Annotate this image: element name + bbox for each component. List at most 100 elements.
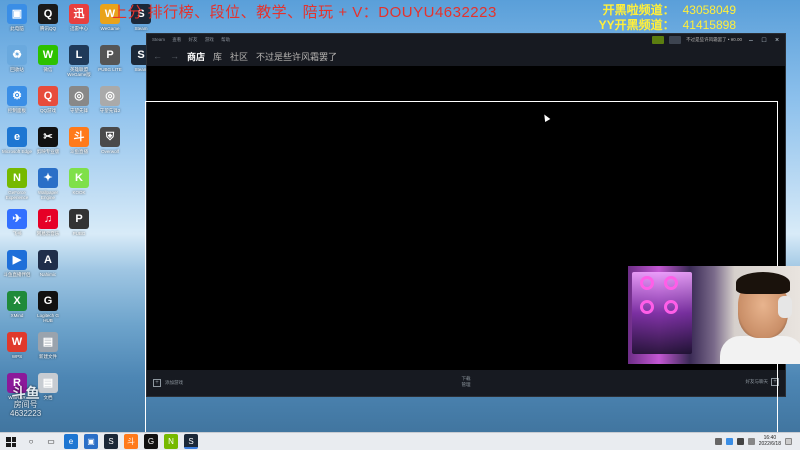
minimize-icon[interactable]: – <box>747 37 755 44</box>
big-picture-button[interactable] <box>652 36 665 44</box>
nvidia-icon: N <box>7 168 27 188</box>
capcut-icon: ✂ <box>38 127 58 147</box>
desktop-icon[interactable]: 斗斗鱼直播 <box>63 127 95 154</box>
desktop-icon[interactable]: Q 腾讯QQ <box>32 4 64 31</box>
room-number: 4632223 <box>10 409 42 418</box>
desktop-icon[interactable]: K KOOK <box>63 168 95 195</box>
start-button[interactable] <box>6 437 16 447</box>
desktop-icon[interactable]: ⚙ 控制面板 <box>1 86 33 113</box>
tab-store[interactable]: 商店 <box>187 50 205 63</box>
steam-titlebar[interactable]: Steam 查看 好友 游戏 帮助 不过是些许风霜罢了 • ¥0.00 – □ … <box>147 34 785 46</box>
close-icon[interactable]: × <box>773 37 781 44</box>
desktop-icon-grid: ▣ 此电脑 Q 腾讯QQ 迅迅雷中心 W WeGame S Steam ♻ 回收站 W 微信 L 英雄联盟W… <box>0 0 160 432</box>
kaiheila-channel-label: 开黑啦频道： <box>602 3 675 17</box>
desktop-icon[interactable]: ◎ 守望先锋2 <box>94 86 126 113</box>
desktop-icon[interactable]: ◎ 守望先锋 <box>63 86 95 113</box>
tray-volume-icon[interactable] <box>736 437 744 445</box>
desktop-icon[interactable]: ▶ 斗鱼直播伴侣 <box>1 250 33 277</box>
desktop-icon[interactable]: P PUBG LITE <box>94 45 126 72</box>
pubg2-icon: P <box>69 209 89 229</box>
task-view-icon[interactable]: ▭ <box>44 434 58 449</box>
taskbar-douyu-icon[interactable]: 斗 <box>124 434 138 449</box>
wallpaper-engine-icon: ✦ <box>38 168 58 188</box>
friends-chat-button[interactable]: 好友与聊天 + <box>746 378 779 386</box>
notification-center-icon[interactable] <box>785 437 792 445</box>
desktop-icon[interactable]: ⛨ Overwolf <box>94 127 126 154</box>
tab-community[interactable]: 社区 <box>230 50 248 63</box>
desktop-icon-label: Overwolf <box>101 149 119 154</box>
taskbar-steam-icon[interactable]: S <box>104 434 118 449</box>
desktop-icon[interactable]: ▤ 新建文件 <box>32 332 64 359</box>
tray-language-icon[interactable] <box>747 437 755 445</box>
steam-bottom-bar: + 添加游戏 下载 管理 好友与聊天 + <box>147 370 785 396</box>
desktop-icon[interactable]: N GeForce Experience <box>1 168 33 200</box>
thunder-icon: 迅 <box>69 4 89 24</box>
edge-icon: e <box>7 127 27 147</box>
taskbar-steam-active-icon[interactable]: S <box>184 434 198 449</box>
search-icon[interactable]: ○ <box>24 434 38 449</box>
taskbar-ghub-icon[interactable]: G <box>144 434 158 449</box>
taskbar-clock[interactable]: 16:40 2022/6/18 <box>759 435 781 447</box>
desktop-icon[interactable]: ♫ 网易云音乐 <box>32 209 64 236</box>
add-game-label: 添加游戏 <box>165 380 183 385</box>
desktop-icon[interactable]: A Nahimic <box>32 250 64 277</box>
notifications-button[interactable] <box>669 36 682 44</box>
account-menu[interactable]: 不过是些许风霜罢了 • ¥0.00 <box>686 37 742 43</box>
menu-steam[interactable]: Steam <box>152 37 165 42</box>
desktop-icon-label: Microsoft Edge <box>1 149 32 154</box>
desktop-icon[interactable]: ♻ 回收站 <box>1 45 33 72</box>
steam-menu-bar: Steam 查看 好友 游戏 帮助 <box>152 37 236 43</box>
back-arrow-icon[interactable]: ← <box>153 51 162 61</box>
tab-profile[interactable]: 不过是些许风霜罢了 <box>256 50 337 63</box>
overwatch-icon: ◎ <box>69 86 89 106</box>
desktop-icon[interactable]: P PUBG <box>63 209 95 236</box>
tray-arrow-icon[interactable] <box>714 437 722 445</box>
desktop-icon-label: 控制面板 <box>8 108 26 113</box>
taskbar-nvidia-icon[interactable]: N <box>164 434 178 449</box>
menu-view[interactable]: 查看 <box>172 37 181 42</box>
desktop-icon-label: GeForce Experience <box>5 190 29 200</box>
add-game-button[interactable]: + 添加游戏 <box>153 379 183 387</box>
desktop-icon[interactable]: W WPS <box>1 332 33 359</box>
desktop-icon-label: Wallpaper Engine <box>37 190 59 200</box>
taskbar-explorer-icon[interactable]: ▣ <box>84 434 98 449</box>
desktop-icon[interactable]: G Logitech G HUB <box>32 291 64 323</box>
chat-plus-icon: + <box>771 378 779 386</box>
desktop-icon[interactable]: ✦ Wallpaper Engine <box>32 168 64 200</box>
desktop-icon-label: WeGame <box>100 26 120 31</box>
nahimic-icon: A <box>38 250 58 270</box>
desktop-icon[interactable]: ✈ 飞书 <box>1 209 33 236</box>
desktop-icon-label: XMind <box>10 313 24 318</box>
desktop-icon[interactable]: ▣ 此电脑 <box>1 4 33 31</box>
taskbar-edge-icon[interactable]: e <box>64 434 78 449</box>
qqgame-icon: Q <box>38 86 58 106</box>
computer-icon: ▣ <box>7 4 27 24</box>
desktop-icon[interactable]: W 微信 <box>32 45 64 72</box>
menu-games[interactable]: 游戏 <box>205 37 214 42</box>
menu-help[interactable]: 帮助 <box>221 37 230 42</box>
qq-icon: Q <box>38 4 58 24</box>
forward-arrow-icon[interactable]: → <box>170 51 179 61</box>
desktop-icon[interactable]: e Microsoft Edge <box>1 127 33 154</box>
webcam-overlay <box>628 266 800 364</box>
tab-library[interactable]: 库 <box>213 50 222 63</box>
recycle-bin-icon: ♻ <box>7 45 27 65</box>
stream-ad-text: 上分 排行榜、段位、教学、陪玩 + V：DOUYU4632223 <box>112 4 497 21</box>
menu-friends[interactable]: 好友 <box>189 37 198 42</box>
desktop-icon[interactable]: L 英雄联盟WeGame版 <box>63 45 95 77</box>
maximize-icon[interactable]: □ <box>760 37 768 44</box>
desktop-icon-label: 斗鱼直播伴侣 <box>3 272 31 277</box>
rgb-fan-icon <box>640 300 654 314</box>
desktop-icon-label: Logitech G HUB <box>37 313 59 323</box>
steam-titlebar-controls: 不过是些许风霜罢了 • ¥0.00 – □ × <box>652 36 781 44</box>
desktop-icon[interactable]: 迅迅雷中心 <box>63 4 95 31</box>
douyu-icon: 斗 <box>69 127 89 147</box>
desktop-icon[interactable]: X XMind <box>1 291 33 318</box>
desktop-icon-label: Steam <box>134 26 148 31</box>
tray-network-icon[interactable] <box>725 437 733 445</box>
desktop-icon[interactable]: Q QQ游戏 <box>32 86 64 113</box>
desktop-icon-label: PUBG <box>72 231 86 236</box>
downloads-button[interactable]: 下载 管理 <box>462 376 471 388</box>
desktop-icon[interactable]: ✂ 剪映专业版 <box>32 127 64 154</box>
taskbar: ○ ▭ e ▣ S 斗 G N S 16:40 2022/6/18 <box>0 432 800 450</box>
